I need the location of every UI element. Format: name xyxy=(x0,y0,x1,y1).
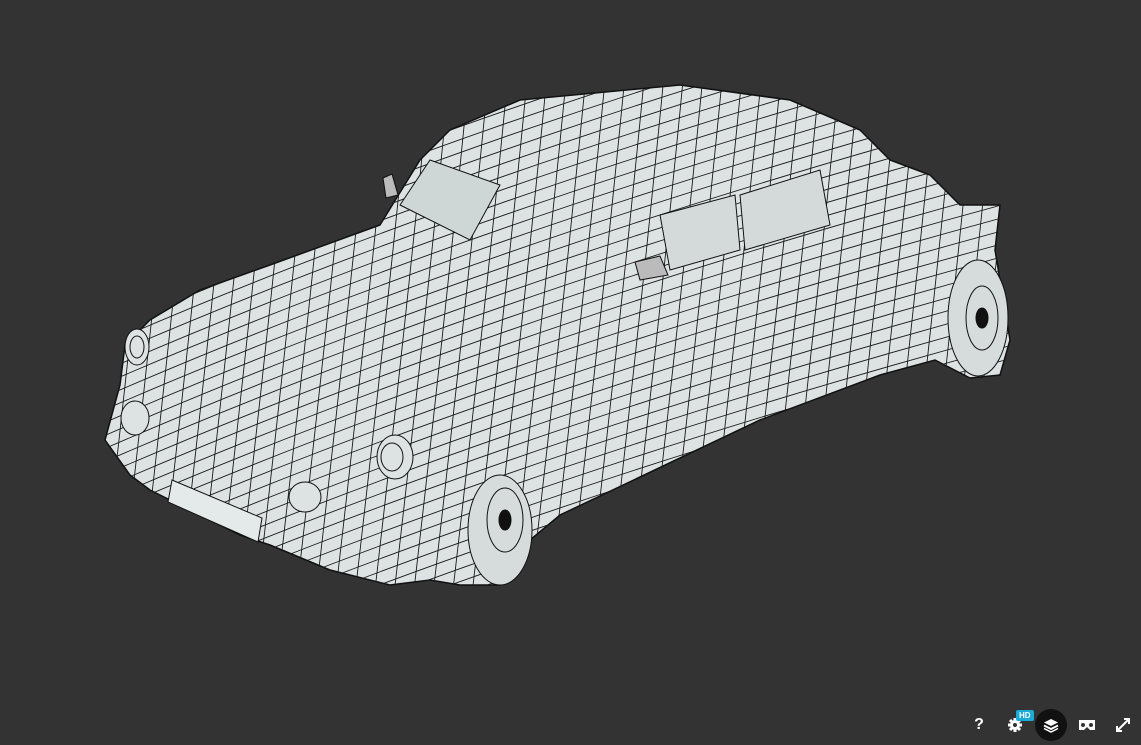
mesh-edge xyxy=(105,85,120,585)
side-mirror xyxy=(382,173,399,199)
help-button[interactable]: ? xyxy=(961,707,997,743)
layers-button[interactable] xyxy=(1035,709,1067,741)
mesh-edge xyxy=(40,60,100,620)
viewer-controls: ? HD xyxy=(961,705,1141,745)
fullscreen-icon xyxy=(1116,718,1130,732)
vr-button[interactable] xyxy=(1069,707,1105,743)
help-icon: ? xyxy=(974,716,984,733)
layers-icon xyxy=(1043,719,1059,733)
hd-badge: HD xyxy=(1016,710,1034,721)
vr-icon xyxy=(1079,720,1095,730)
settings-button[interactable]: HD xyxy=(997,707,1034,743)
fullscreen-button[interactable] xyxy=(1105,707,1141,743)
car-model xyxy=(40,60,1011,620)
3d-viewport[interactable] xyxy=(0,0,1141,745)
